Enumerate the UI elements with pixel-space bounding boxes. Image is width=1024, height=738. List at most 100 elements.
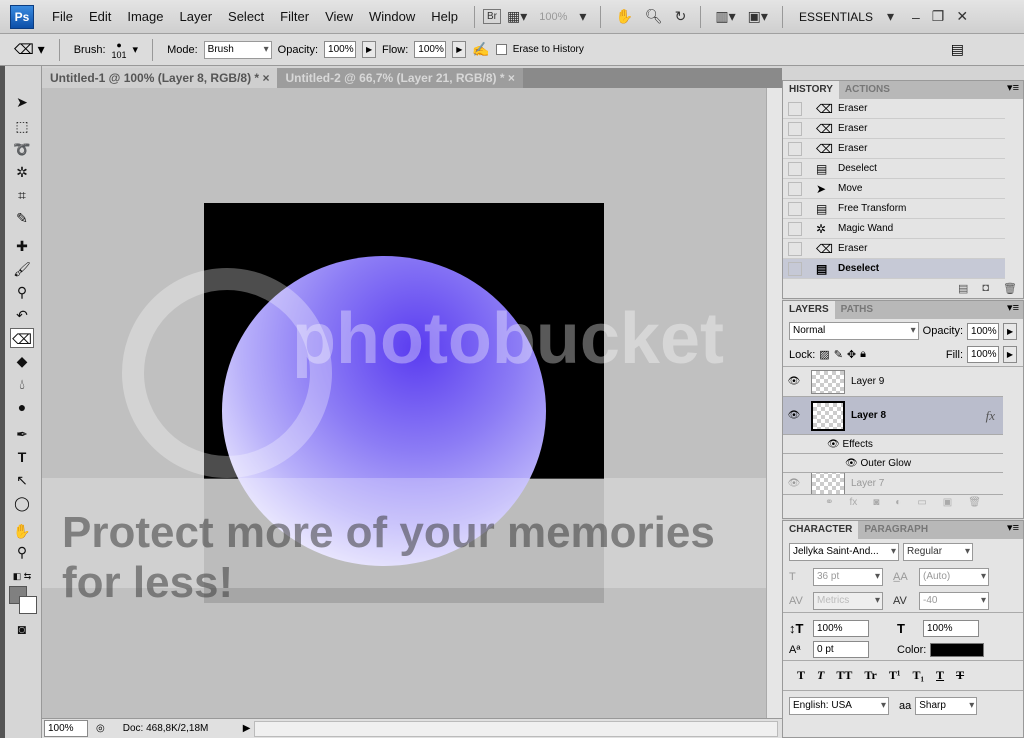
pen-tool-icon[interactable]: ✒ bbox=[10, 424, 34, 444]
history-item[interactable]: ▤ Free Transform bbox=[783, 199, 1005, 219]
kerning-dropdown[interactable]: Metrics bbox=[813, 591, 883, 610]
tab-paragraph[interactable]: PARAGRAPH bbox=[858, 521, 934, 539]
history-item[interactable]: ⌫ Eraser bbox=[783, 239, 1005, 259]
tab-untitled-1[interactable]: Untitled-1 @ 100% (Layer 8, RGB/8) * × bbox=[42, 68, 278, 88]
zoom-input[interactable]: 100% bbox=[44, 720, 88, 737]
brush-picker[interactable]: ● 101 bbox=[112, 40, 127, 60]
type-tool-icon[interactable]: T bbox=[10, 447, 34, 467]
faux-italic-button[interactable]: T bbox=[817, 668, 824, 683]
blur-tool-icon[interactable]: 💧︎ bbox=[10, 374, 34, 394]
outer-glow-row[interactable]: 👁︎ Outer Glow bbox=[783, 454, 1003, 473]
menu-window[interactable]: Window bbox=[361, 9, 423, 24]
adjustment-layer-icon[interactable]: ◐ bbox=[895, 497, 901, 508]
new-document-icon[interactable]: ▤ bbox=[958, 282, 968, 295]
stamp-tool-icon[interactable]: ⚲ bbox=[10, 282, 34, 302]
restore-icon[interactable]: ❐ bbox=[926, 8, 951, 25]
vertical-scrollbar[interactable] bbox=[766, 88, 782, 718]
lock-transparent-icon[interactable]: ▨ bbox=[819, 348, 829, 361]
tab-actions[interactable]: ACTIONS bbox=[839, 81, 896, 99]
brush-tool-icon[interactable]: 🖌︎ bbox=[10, 259, 34, 279]
dodge-tool-icon[interactable]: ● bbox=[10, 397, 34, 417]
eyedropper-tool-icon[interactable]: ✎ bbox=[10, 208, 34, 228]
history-item[interactable]: ⌫ Eraser bbox=[783, 99, 1005, 119]
tab-character[interactable]: CHARACTER bbox=[783, 521, 859, 539]
view-extras-icon[interactable]: ▦▾ bbox=[501, 8, 533, 25]
swap-colors-icon[interactable]: ◧ ⇆ bbox=[10, 566, 34, 586]
bridge-button[interactable]: Br bbox=[483, 9, 502, 24]
delete-layer-icon[interactable]: 🗑︎ bbox=[968, 497, 981, 508]
lock-position-icon[interactable]: ✥ bbox=[847, 348, 856, 361]
history-item[interactable]: ⌫ Eraser bbox=[783, 139, 1005, 159]
add-style-icon[interactable]: fx bbox=[849, 497, 857, 508]
lock-image-icon[interactable]: ✎ bbox=[834, 348, 843, 361]
layer-row[interactable]: 👁︎ Layer 9 bbox=[783, 367, 1003, 397]
lasso-tool-icon[interactable]: ➰ bbox=[10, 139, 34, 159]
history-source-checkbox[interactable] bbox=[788, 201, 802, 216]
fill-input[interactable]: 100% bbox=[967, 346, 999, 363]
history-item[interactable]: ✲ Magic Wand bbox=[783, 219, 1005, 239]
workspace-switcher[interactable]: ESSENTIALS bbox=[791, 10, 881, 24]
history-item[interactable]: ▤ Deselect bbox=[783, 159, 1005, 179]
menu-filter[interactable]: Filter bbox=[272, 9, 317, 24]
hand-tool-icon[interactable]: ✋ bbox=[609, 8, 638, 25]
horizontal-scrollbar[interactable] bbox=[254, 720, 778, 737]
history-source-checkbox[interactable] bbox=[788, 161, 802, 176]
history-item[interactable]: ▤ Deselect bbox=[783, 259, 1005, 279]
history-source-checkbox[interactable] bbox=[788, 221, 802, 236]
layer-effects-icon[interactable]: fx bbox=[986, 408, 995, 424]
blend-mode-dropdown[interactable]: Normal bbox=[789, 322, 919, 340]
layer-row[interactable]: 👁︎ Layer 7 bbox=[783, 473, 1003, 495]
panel-toggle-icon[interactable]: ▤ bbox=[951, 41, 964, 58]
effects-row[interactable]: 👁︎ Effects bbox=[783, 435, 1003, 454]
new-layer-icon[interactable]: ▣ bbox=[943, 497, 952, 508]
faux-bold-button[interactable]: T bbox=[797, 668, 805, 683]
history-source-checkbox[interactable] bbox=[788, 101, 802, 116]
delete-icon[interactable]: 🗑︎ bbox=[1003, 282, 1017, 295]
add-mask-icon[interactable]: ◙ bbox=[873, 497, 879, 508]
status-menu-arrow[interactable]: ▶ bbox=[243, 723, 251, 734]
panel-menu-icon[interactable]: ▾≡ bbox=[1007, 81, 1023, 99]
tab-untitled-2[interactable]: Untitled-2 @ 66,7% (Layer 21, RGB/8) * × bbox=[277, 68, 523, 88]
history-item[interactable]: ➤ Move bbox=[783, 179, 1005, 199]
menu-file[interactable]: File bbox=[44, 9, 81, 24]
panel-menu-icon[interactable]: ▾≡ bbox=[1007, 521, 1023, 539]
paint-bucket-tool-icon[interactable]: ◆ bbox=[10, 351, 34, 371]
layer-opacity-input[interactable]: 100% bbox=[967, 322, 1000, 340]
tracking-dropdown[interactable]: -40 bbox=[919, 591, 989, 610]
mode-dropdown[interactable]: Brush bbox=[203, 40, 272, 59]
menu-image[interactable]: Image bbox=[119, 9, 171, 24]
history-source-checkbox[interactable] bbox=[788, 241, 802, 256]
history-source-checkbox[interactable] bbox=[788, 261, 802, 276]
history-source-checkbox[interactable] bbox=[788, 141, 802, 156]
tab-paths[interactable]: PATHS bbox=[835, 301, 879, 319]
history-item[interactable]: ⌫ Eraser bbox=[783, 119, 1005, 139]
menu-view[interactable]: View bbox=[317, 9, 361, 24]
flow-slider-button[interactable]: ▶ bbox=[452, 41, 467, 58]
move-tool-icon[interactable]: ➤ bbox=[10, 92, 34, 112]
new-group-icon[interactable]: ▭ bbox=[917, 497, 926, 508]
close-icon[interactable]: ✕ bbox=[950, 8, 974, 25]
menu-layer[interactable]: Layer bbox=[172, 9, 221, 24]
shape-tool-icon[interactable]: ◯ bbox=[10, 493, 34, 513]
history-source-checkbox[interactable] bbox=[788, 121, 802, 136]
link-layers-icon[interactable]: ⚭ bbox=[825, 497, 833, 508]
underline-button[interactable]: T bbox=[936, 668, 944, 683]
status-icon[interactable]: ◎ bbox=[96, 723, 105, 734]
opacity-input[interactable]: 100% bbox=[324, 41, 357, 58]
close-tab-icon[interactable]: × bbox=[508, 71, 515, 85]
tab-history[interactable]: HISTORY bbox=[783, 81, 839, 99]
font-style-dropdown[interactable]: Regular bbox=[903, 543, 973, 561]
language-dropdown[interactable]: English: USA bbox=[789, 697, 889, 715]
all-caps-button[interactable]: TT bbox=[836, 668, 852, 683]
lock-all-icon[interactable]: 🔒︎ bbox=[860, 348, 866, 361]
zoom-tool-icon[interactable]: 🔍︎ bbox=[639, 8, 669, 25]
eraser-preset-icon[interactable]: ⌫ ▾ bbox=[14, 41, 45, 58]
airbrush-icon[interactable]: ✍ bbox=[472, 41, 489, 58]
background-color-swatch[interactable] bbox=[19, 596, 37, 614]
menu-select[interactable]: Select bbox=[220, 9, 272, 24]
visibility-eye-icon[interactable]: 👁︎ bbox=[783, 376, 805, 387]
menu-help[interactable]: Help bbox=[423, 9, 466, 24]
opacity-slider-button[interactable]: ▶ bbox=[1003, 322, 1017, 340]
zoom-tool-icon[interactable]: ⚲ bbox=[10, 542, 34, 562]
visibility-eye-icon[interactable]: 👁︎ bbox=[845, 458, 860, 469]
